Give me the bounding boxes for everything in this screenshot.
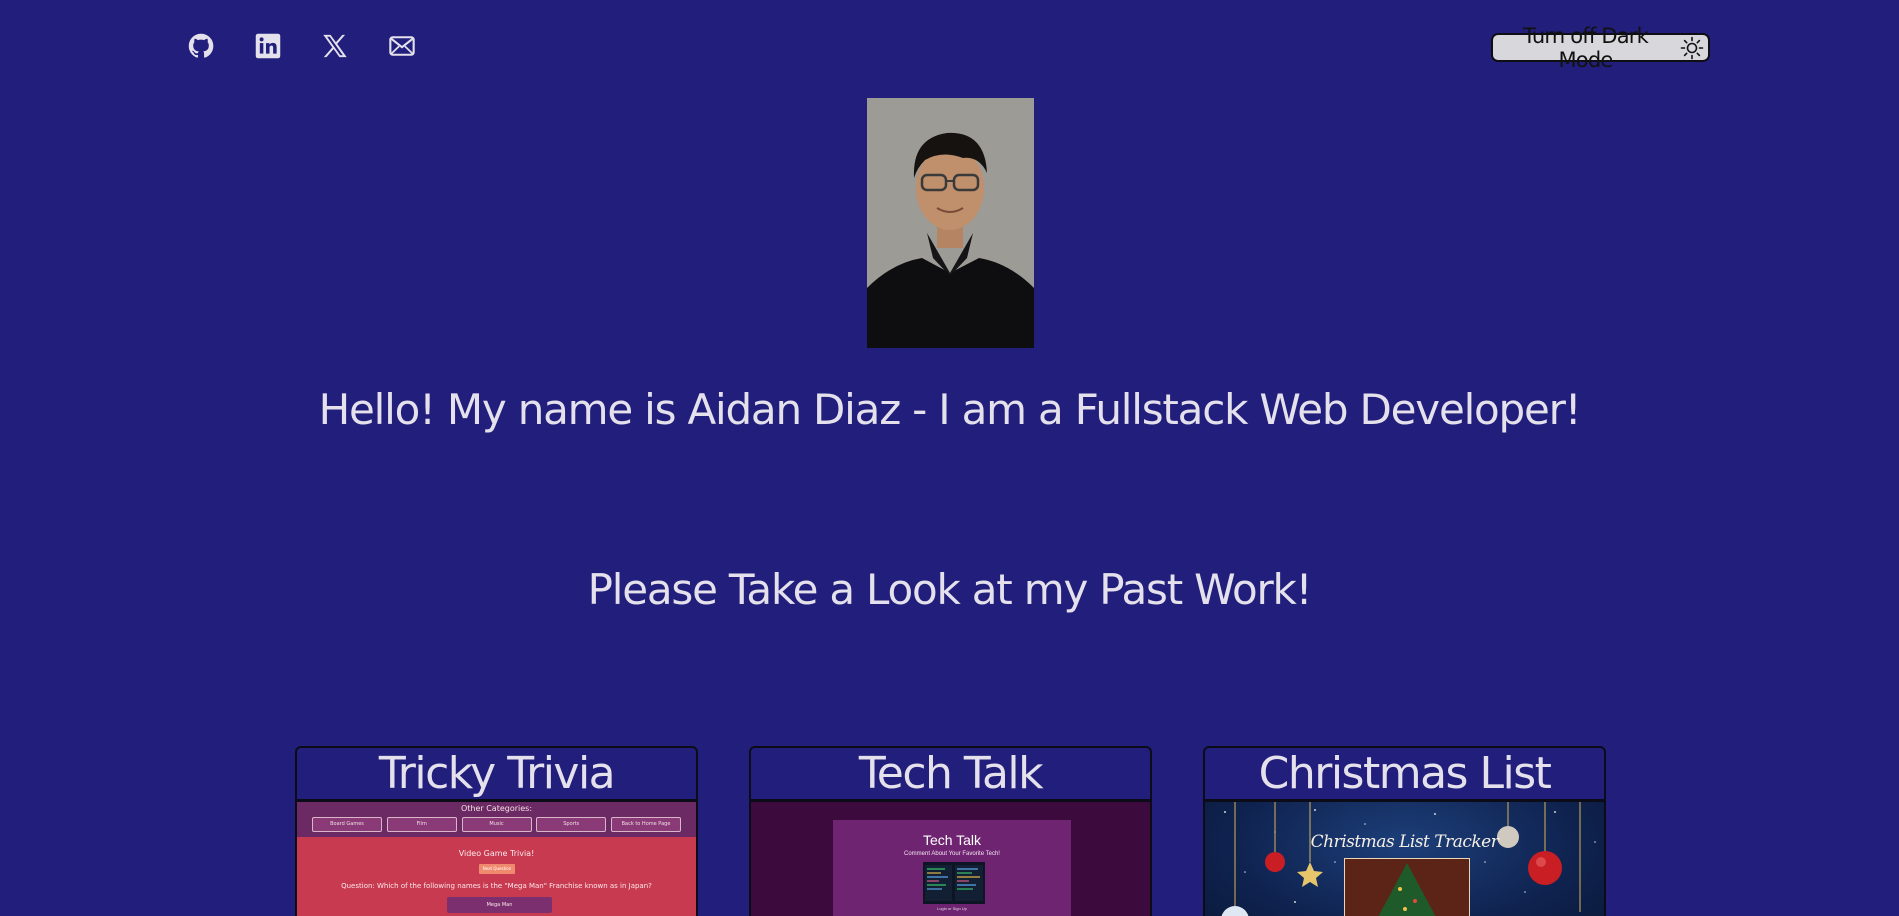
past-work-heading: Please Take a Look at my Past Work!: [587, 565, 1313, 614]
x-icon: [323, 34, 347, 58]
preview-title: Christmas List Tracker: [1310, 832, 1499, 852]
preview-category-button: Board Games: [312, 817, 382, 832]
preview-category-button: Sports: [536, 817, 607, 832]
page: Turn off Dark Mode Hello! My name is Aid…: [0, 0, 1899, 916]
preview-heading: Video Game Trivia!: [458, 849, 535, 858]
preview-category-button: Back to Home Page: [611, 817, 681, 832]
linkedin-link[interactable]: [253, 30, 283, 62]
preview-category-buttons: Board Games Film Music Sports Back to Ho…: [312, 817, 681, 832]
github-link[interactable]: [186, 30, 216, 62]
project-preview-christmas-list: Christmas List Tracker: [1205, 802, 1604, 916]
preview-question: Question: Which of the following names i…: [341, 882, 652, 890]
preview-subtitle: Comment About Your Favorite Tech!: [904, 851, 1000, 857]
project-preview-tech-talk: Tech Talk Comment About Your Favorite Te…: [751, 802, 1150, 916]
preview-code-image: [923, 862, 985, 904]
dark-mode-toggle-button[interactable]: Turn off Dark Mode: [1491, 24, 1710, 72]
linkedin-icon: [255, 33, 281, 59]
preview-answer: Mega Man: [447, 897, 552, 913]
preview-panel: Tech Talk Comment About Your Favorite Te…: [833, 820, 1071, 916]
profile-photo: [867, 98, 1034, 348]
project-title: Christmas List: [1205, 748, 1604, 802]
project-title: Tech Talk: [751, 748, 1150, 802]
x-link[interactable]: [320, 30, 350, 62]
project-preview-tricky-trivia: Other Categories: Board Games Film Music…: [297, 802, 696, 916]
preview-next-button: Next Question: [479, 864, 515, 874]
github-icon: [188, 33, 214, 58]
preview-categories-label: Other Categories:: [460, 804, 533, 813]
project-card-tricky-trivia[interactable]: Tricky Trivia Other Categories: Board Ga…: [295, 746, 698, 916]
fireplace-image: [1345, 859, 1469, 916]
dark-mode-toggle-label: Turn off Dark Mode: [1523, 23, 1649, 72]
intro-headline: Hello! My name is Aidan Diaz - I am a Fu…: [318, 385, 1582, 434]
mail-icon: [389, 36, 415, 56]
project-card-christmas-list[interactable]: Christmas List Christmas List Tracker: [1203, 746, 1606, 916]
profile-photo-image: [867, 98, 1034, 348]
preview-category-button: Music: [461, 817, 532, 832]
code-screens-image: [923, 862, 985, 904]
preview-auth-links: Login or Sign Up: [937, 906, 967, 911]
email-link[interactable]: [387, 30, 417, 62]
preview-title: Tech Talk: [922, 832, 982, 848]
project-card-tech-talk[interactable]: Tech Talk Tech Talk Comment About Your F…: [749, 746, 1152, 916]
preview-category-button: Film: [386, 817, 457, 832]
preview-fireplace-image: [1344, 858, 1470, 916]
social-links: [186, 30, 417, 62]
project-title: Tricky Trivia: [297, 748, 696, 802]
sun-icon: [1680, 36, 1704, 59]
